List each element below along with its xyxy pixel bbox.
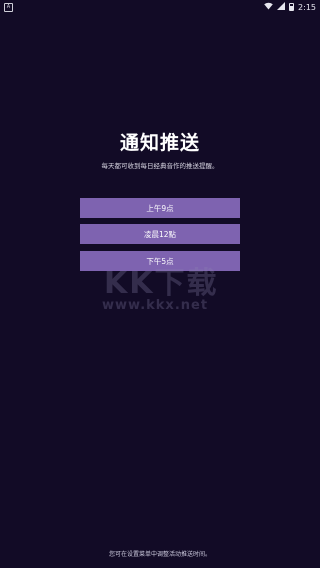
time-option-5pm-button[interactable]: 下午5点 [80, 251, 240, 271]
watermark-url: www.kkx.net [102, 298, 209, 313]
page-title: 通知推送 [119, 132, 200, 154]
clock-time: 2:15 [298, 2, 316, 12]
wifi-icon [264, 2, 273, 12]
status-right: 2:15 [264, 2, 316, 12]
page-subtitle: 每天都可收到每日经典音作的推送提醒。 [101, 162, 219, 170]
signal-icon [277, 2, 286, 12]
footer-hint: 您可在设置菜单中调整活动推送时间。 [108, 551, 211, 558]
time-option-12am-button[interactable]: 凌晨12點 [80, 224, 240, 244]
status-left: A [4, 2, 13, 12]
app-notification-icon: A [4, 2, 13, 12]
status-bar: A 2:15 [0, 0, 320, 14]
time-option-9am-button[interactable]: 上午9点 [80, 198, 240, 218]
notification-settings-screen: A 2:15 通知推送 每天都可收到每日经典音作的推送提醒。 上午9点 凌晨12… [0, 0, 320, 568]
battery-icon [289, 3, 295, 11]
